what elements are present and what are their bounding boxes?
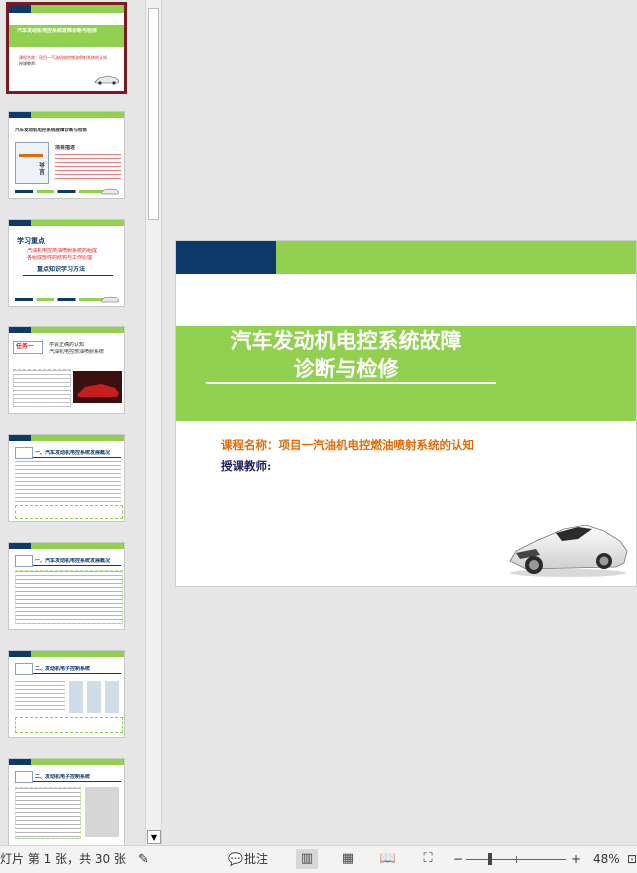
slide-title[interactable]: 汽车发动机电控系统故障 诊断与检修 bbox=[176, 327, 516, 383]
zoom-slider-midmark bbox=[516, 856, 517, 863]
comments-button[interactable]: 批注 bbox=[244, 846, 268, 873]
thumb3-line: 汽油机电控燃油喷射系统的组成 bbox=[27, 248, 98, 254]
scroll-down-arrow-icon[interactable]: ▼ bbox=[147, 830, 161, 844]
zoom-slider-handle[interactable] bbox=[488, 853, 492, 865]
thumb6-title: 一、汽车发动机电控系统发展概况 bbox=[35, 558, 111, 564]
sports-car-image bbox=[509, 524, 628, 577]
thumb4-title: 任务一 bbox=[16, 343, 35, 350]
comments-icon[interactable]: 💬 bbox=[228, 846, 243, 873]
thumb8-title: 二、发动机电子控制系统 bbox=[35, 774, 91, 780]
thumbnail-scrollbar[interactable]: ▼ bbox=[145, 0, 162, 845]
thumb4-line: 汽油机电控燃油喷射系统 bbox=[49, 349, 105, 355]
slide-thumbnail-1[interactable]: 汽车发动机电控系统故障诊断与检修 课程名称：项目一汽油机电控燃油喷射系统的认知 … bbox=[6, 2, 127, 94]
slide-editing-area[interactable]: 汽车发动机电控系统故障 诊断与检修 课程名称：项目一汽油机电控燃油喷射系统的认知… bbox=[162, 0, 637, 845]
current-slide[interactable]: 汽车发动机电控系统故障 诊断与检修 课程名称：项目一汽油机电控燃油喷射系统的认知… bbox=[175, 240, 637, 587]
thumb3-title: 学习重点 bbox=[17, 237, 45, 245]
slide-count-text: 灯片 第 1 张，共 30 张 bbox=[0, 852, 126, 866]
fit-to-window-icon[interactable]: ⊡ bbox=[627, 846, 637, 873]
thumb1-title: 汽车发动机电控系统故障诊断与检修 bbox=[17, 28, 98, 34]
thumb2-heading: 项目描述 bbox=[55, 145, 76, 151]
red-car-image bbox=[73, 371, 122, 403]
slide-thumbnail-8[interactable]: 二、发动机电子控制系统 bbox=[8, 758, 125, 845]
zoom-level[interactable]: 48% bbox=[593, 846, 620, 873]
slide-title-line1: 汽车发动机电控系统故障 bbox=[230, 328, 462, 353]
thumb3-line: 各组成部件的结构与工作原理 bbox=[27, 255, 93, 261]
thumb1-line: 授课教师： bbox=[19, 61, 39, 66]
slide-title-line2: 诊断与检修 bbox=[293, 356, 399, 381]
slide-thumbnail-3[interactable]: 学习重点 汽油机电控燃油喷射系统的组成 各组成部件的结构与工作原理 重点知识学习… bbox=[8, 219, 125, 307]
zoom-in-button[interactable]: + bbox=[571, 846, 581, 873]
thumb2-title: 汽车发动机电控系统故障诊断与检修 bbox=[15, 128, 87, 133]
thumb4-line: 学会正确的认知 bbox=[49, 342, 85, 348]
slide-thumbnail-7[interactable]: 二、发动机电子控制系统 bbox=[8, 650, 125, 738]
thumb5-title: 一、汽车发动机电控系统发展概况 bbox=[35, 450, 111, 456]
reading-view-icon[interactable]: 📖 bbox=[377, 849, 399, 869]
slide-thumbnail-pane[interactable]: 汽车发动机电控系统故障诊断与检修 课程名称：项目一汽油机电控燃油喷射系统的认知 … bbox=[0, 0, 145, 845]
teacher-text[interactable]: 授课教师: bbox=[221, 458, 271, 474]
slide-thumbnail-5[interactable]: 一、汽车发动机电控系统发展概况 bbox=[8, 434, 125, 522]
notes-icon[interactable]: ✎ bbox=[138, 846, 149, 873]
slide-sorter-view-icon[interactable]: ▦ bbox=[337, 849, 359, 869]
slide-thumbnail-6[interactable]: 一、汽车发动机电控系统发展概况 bbox=[8, 542, 125, 630]
header-bar-navy bbox=[176, 241, 276, 274]
thumb3-subtitle: 重点知识学习方法 bbox=[37, 266, 86, 273]
car-image bbox=[100, 188, 120, 195]
thumb2-sidebox: 导言 bbox=[39, 162, 45, 176]
normal-view-icon[interactable]: ▥ bbox=[296, 849, 318, 869]
car-image bbox=[100, 296, 120, 303]
scrollbar-thumb[interactable] bbox=[148, 8, 159, 220]
thumb7-title: 二、发动机电子控制系统 bbox=[35, 666, 91, 672]
zoom-out-button[interactable]: − bbox=[453, 846, 463, 873]
slide-thumbnail-4[interactable]: 任务一 学会正确的认知 汽油机电控燃油喷射系统 bbox=[8, 326, 125, 414]
slide-thumbnail-2[interactable]: 汽车发动机电控系统故障诊断与检修 导言 项目描述 bbox=[8, 111, 125, 199]
course-name-text[interactable]: 课程名称：项目一汽油机电控燃油喷射系统的认知 bbox=[221, 437, 474, 453]
car-image bbox=[94, 75, 120, 85]
title-underline bbox=[206, 382, 496, 384]
slideshow-view-icon[interactable]: ⛶ bbox=[417, 849, 439, 869]
status-bar: 灯片 第 1 张，共 30 张 ✎ 💬 批注 ▥ ▦ 📖 ⛶ − + 48% ⊡ bbox=[0, 845, 637, 873]
